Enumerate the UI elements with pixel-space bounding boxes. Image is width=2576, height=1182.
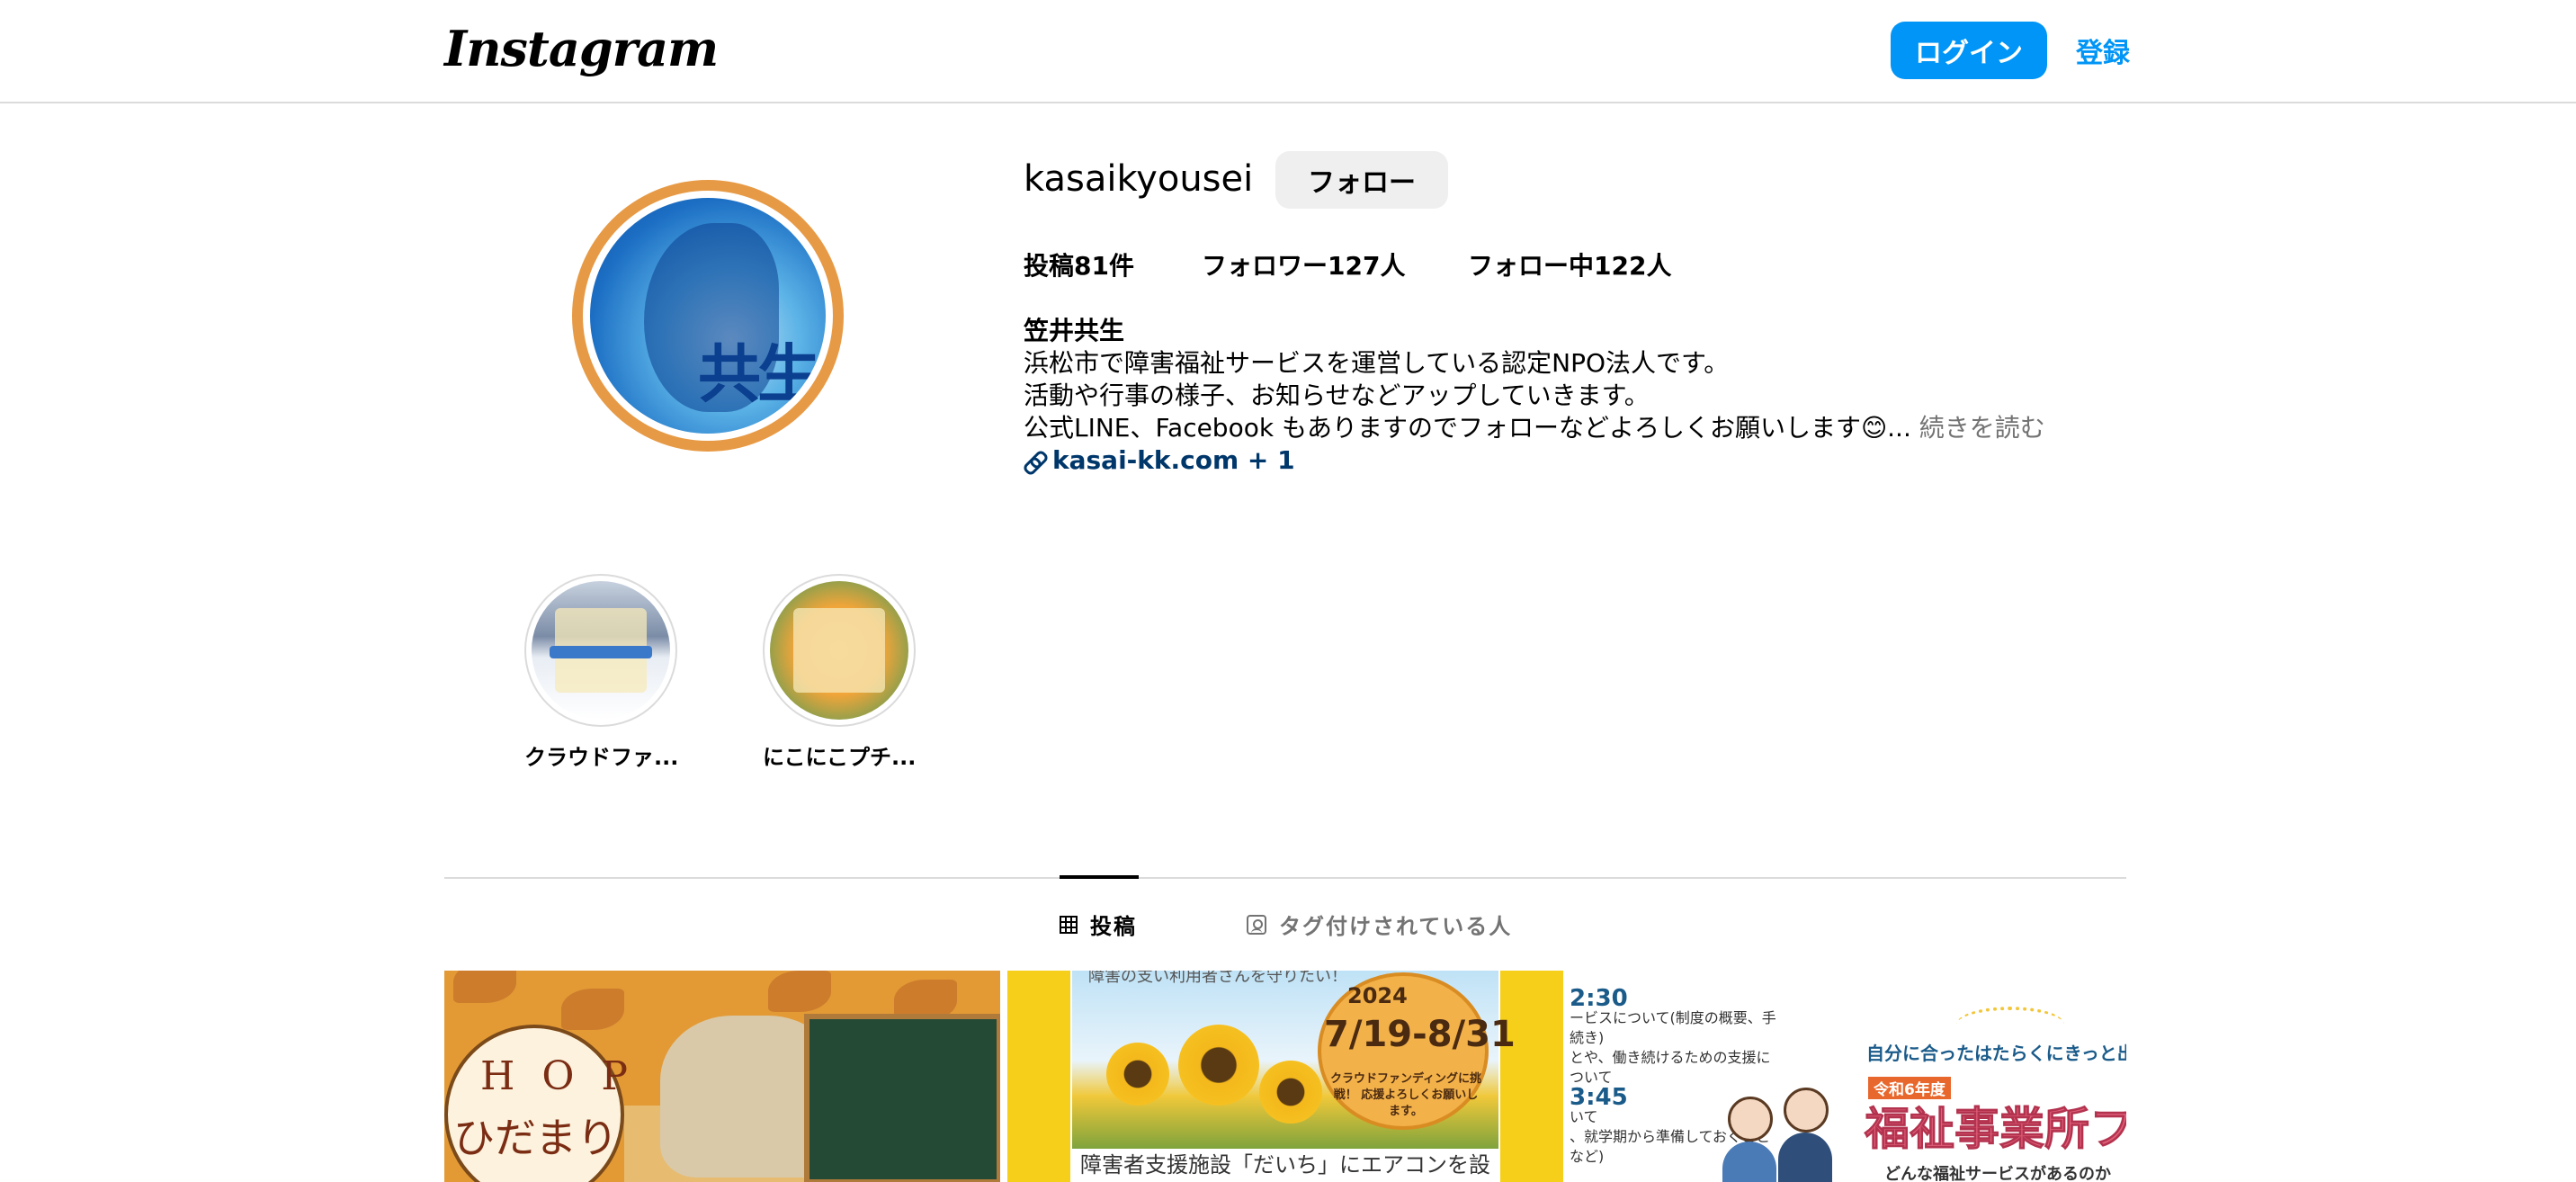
bio-external-link[interactable]: kasai-kk.com + 1 (1024, 444, 2045, 477)
post-text: 2024 (1347, 983, 1408, 1008)
post-text: どんな福祉サービスがあるのか (1884, 1165, 2111, 1182)
bio-line-3: 公式LINE、Facebook もありますのでフォローなどよろしくお願いします😊… (1024, 413, 1911, 443)
followers-count[interactable]: フォロワー127人 (1202, 246, 1468, 282)
link-icon (1024, 451, 1043, 470)
post-text: 障害の支い利用者さんを守りたい！ (1088, 971, 1347, 986)
highlight-label: クラウドファ... (524, 745, 679, 770)
post-text: 7/19-8/31 (1324, 1014, 1516, 1055)
grid-icon (1060, 915, 1078, 934)
display-board-image (804, 1014, 1000, 1182)
posts-count: 投稿81件 (1024, 251, 1134, 281)
people-illustration (1722, 1079, 1839, 1182)
avatar-logo-text: 共生 (698, 336, 820, 411)
highlight-cover-image (770, 581, 908, 720)
following-count[interactable]: フォロー中122人 (1468, 246, 1671, 282)
highlight-cover-image (532, 581, 670, 720)
highlight-ring (763, 574, 916, 727)
profile-username: kasaikyousei (1024, 158, 1254, 200)
tab-posts-label: 投稿 (1090, 914, 1137, 939)
avatar-image: 共生 (590, 198, 826, 434)
profile-avatar[interactable]: 共生 (572, 180, 844, 452)
post-text: クラウドファンディングに挑戦！ 応援よろしくお願いします。 (1329, 1072, 1482, 1118)
avatar-ring: 共生 (572, 180, 844, 452)
bio-line-3-wrap: 公式LINE、Facebook もありますのでフォローなどよろしくお願いします😊… (1024, 412, 2045, 444)
tab-tagged-label: タグ付けされている人 (1279, 914, 1513, 939)
story-highlight[interactable]: にこにこプチ... (763, 574, 916, 771)
profile-full-name: 笠井共生 (1024, 316, 1125, 345)
post-thumbnail[interactable]: 2:30 ービスについて(制度の概要、手続き) とや、働き続けるための支援につい… (1570, 971, 2126, 1182)
signup-link[interactable]: 登録 (2076, 31, 2130, 70)
bio-line-2: 活動や行事の様子、お知らせなどアップしていきます。 (1024, 381, 1650, 410)
active-tab-indicator (1060, 875, 1139, 879)
highlight-ring (524, 574, 677, 727)
highlight-label: にこにこプチ... (763, 745, 917, 770)
post-thumbnail[interactable]: 障害の支い利用者さんを守りたい！ 2024 7/19-8/31 クラウドファンデ… (1007, 971, 1563, 1182)
post-text: H O P (480, 1053, 636, 1099)
tab-tagged[interactable]: タグ付けされている人 (1247, 909, 1512, 940)
post-thumbnail[interactable]: H O P ひだまり (444, 971, 1000, 1182)
read-more-link[interactable]: 続きを読む (1911, 413, 2045, 443)
follow-button[interactable]: フォロー (1275, 151, 1448, 209)
tagged-user-icon (1247, 914, 1266, 935)
post-text: 福祉事業所フェ (1865, 1103, 2127, 1156)
bio-link-text: kasai-kk.com + 1 (1052, 445, 1295, 475)
instagram-logo[interactable]: Instagram (444, 20, 719, 77)
tab-posts[interactable]: 投稿 (1060, 909, 1137, 940)
profile-bio: 笠井共生 浜松市で障害福祉サービスを運営している認定NPO法人です。 活動や行事… (1024, 315, 2045, 477)
post-text: 自分に合ったはたらくにきっと出会 (1866, 1043, 2126, 1064)
post-text: ひだまり (453, 1114, 619, 1162)
top-navigation: Instagram ログイン 登録 (0, 0, 2576, 103)
profile-stats: 投稿81件 フォロワー127人 フォロー中122人 (1024, 246, 1671, 282)
tabs-divider (444, 877, 2126, 879)
bio-line-1: 浜松市で障害福祉サービスを運営している認定NPO法人です。 (1024, 348, 1730, 378)
post-caption: 障害者支援施設「だいち」にエアコンを設置したい (1072, 1149, 1498, 1182)
login-button[interactable]: ログイン (1891, 22, 2047, 79)
story-highlight[interactable]: クラウドファ... (524, 574, 679, 771)
